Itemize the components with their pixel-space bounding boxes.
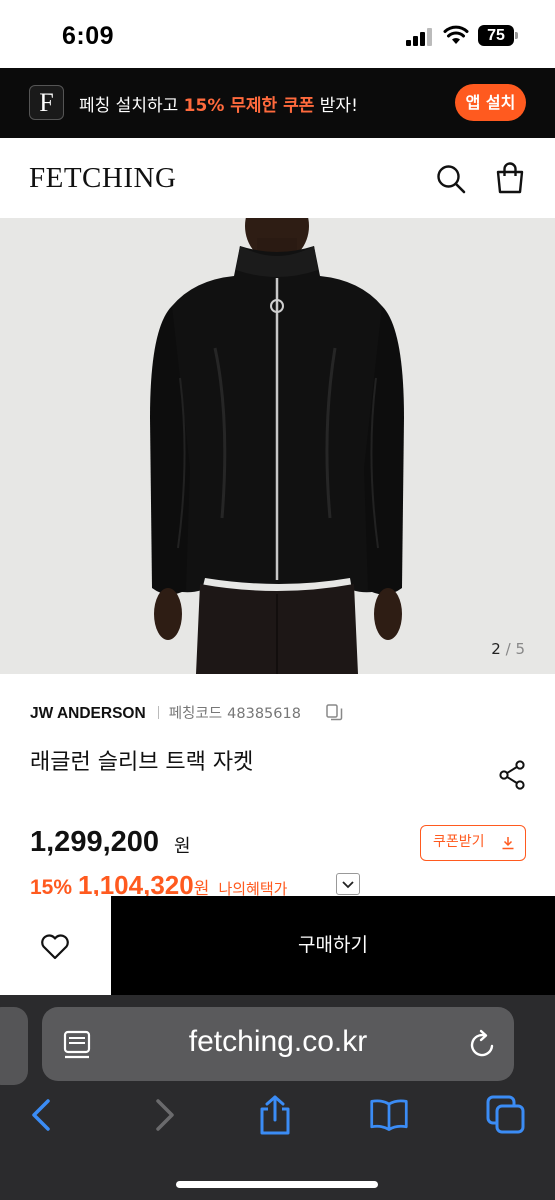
product-code-label: 페칭코드 (168, 706, 223, 722)
search-icon[interactable] (436, 164, 466, 194)
product-title: 래글런 슬리브 트랙 자켓 (30, 750, 254, 775)
copy-icon[interactable] (326, 704, 343, 721)
benefit-price-row: 15% 1,104,320원 나의혜택가 (30, 870, 287, 896)
promo-text-after: 받자! (314, 96, 358, 116)
reload-icon[interactable] (468, 1028, 498, 1060)
forward-icon[interactable] (142, 1095, 182, 1135)
promo-highlight: 15% 무제한 쿠폰 (183, 96, 315, 116)
status-bar: 6:09 75 (0, 0, 555, 68)
download-icon (502, 837, 514, 850)
site-logo[interactable]: FETCHING (29, 162, 176, 195)
divider (157, 706, 159, 719)
app-install-banner[interactable]: F 페칭 설치하고 15% 무제한 쿠폰 받자! 앱 설치 (0, 68, 555, 138)
purchase-bar: 구매하기 (0, 896, 555, 995)
brand-row: JW ANDERSON 페칭코드 48385618 (30, 702, 301, 722)
battery-icon: 75 (478, 25, 518, 46)
fetching-app-logo: F (29, 85, 64, 120)
heart-icon (41, 934, 69, 960)
get-coupon-label: 쿠폰받기 (433, 834, 485, 850)
signal-icon (406, 28, 434, 46)
site-header: FETCHING (0, 138, 555, 218)
wishlist-button[interactable] (0, 896, 111, 995)
image-counter-current: 2 (491, 640, 501, 658)
price-unit: 원 (174, 836, 191, 857)
chevron-down-icon (342, 881, 354, 889)
image-counter-separator: / (505, 640, 511, 658)
wifi-icon (443, 25, 469, 44)
original-price: 1,299,200 (30, 826, 160, 858)
battery-level: 75 (478, 25, 514, 46)
url-text[interactable]: fetching.co.kr (42, 1025, 514, 1059)
product-photo (0, 218, 555, 674)
benefit-expand-toggle[interactable] (336, 873, 360, 895)
share-icon[interactable] (498, 760, 526, 790)
home-indicator (176, 1181, 378, 1188)
benefit-price-unit: 원 (193, 879, 210, 896)
previous-tab-peek[interactable] (0, 1007, 28, 1085)
browser-chrome: fetching.co.kr (0, 995, 555, 1200)
bookmarks-icon[interactable] (369, 1095, 409, 1135)
get-coupon-button[interactable]: 쿠폰받기 (420, 825, 526, 861)
share-sheet-icon[interactable] (255, 1095, 295, 1135)
tabs-icon[interactable] (486, 1095, 526, 1135)
image-counter: 2 / 5 (491, 640, 525, 658)
back-icon[interactable] (24, 1095, 64, 1135)
benefit-label: 나의혜택가 (218, 880, 288, 896)
address-bar[interactable]: fetching.co.kr (42, 1007, 514, 1081)
status-time: 6:09 (62, 22, 115, 50)
image-counter-total: 5 (515, 640, 525, 658)
discount-percent: 15% (30, 876, 73, 896)
buy-now-button[interactable]: 구매하기 (111, 896, 555, 995)
promo-text-before: 페칭 설치하고 (79, 96, 184, 116)
install-app-button[interactable]: 앱 설치 (455, 84, 526, 121)
promo-text: 페칭 설치하고 15% 무제한 쿠폰 받자! (79, 91, 358, 116)
benefit-price: 1,104,320 (78, 870, 194, 896)
product-code-value: 48385618 (227, 706, 301, 722)
brand-name[interactable]: JW ANDERSON (30, 705, 146, 722)
shopping-bag-icon[interactable] (495, 162, 525, 194)
product-image-gallery[interactable]: 2 / 5 (0, 218, 555, 674)
